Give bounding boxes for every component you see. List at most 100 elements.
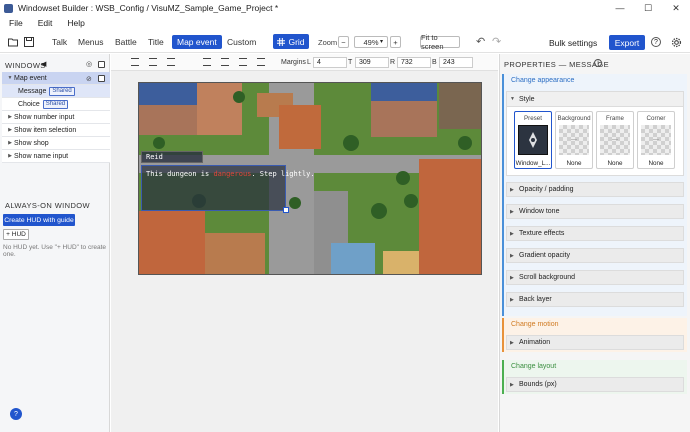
align-bottom-icon[interactable] bbox=[167, 58, 175, 66]
create-hud-button[interactable]: Create HUD with guide bbox=[3, 214, 75, 226]
expand-arrow-icon[interactable]: ▶ bbox=[6, 153, 14, 159]
gear-icon[interactable] bbox=[671, 37, 682, 48]
grid-label: Grid bbox=[288, 36, 305, 47]
tab-battle[interactable]: Battle bbox=[113, 35, 139, 49]
speaker-name-box[interactable]: Reid bbox=[141, 151, 203, 163]
visibility-icon[interactable]: ◎ bbox=[86, 60, 92, 68]
add-hud-button[interactable]: + HUD bbox=[3, 229, 29, 240]
margin-top-input[interactable]: 309 bbox=[355, 57, 389, 68]
tab-custom[interactable]: Custom bbox=[225, 35, 258, 49]
tree-item-message[interactable]: Message Shared bbox=[2, 85, 110, 98]
texture-effects-accordion[interactable]: ▶ Texture effects bbox=[506, 226, 684, 241]
help-icon[interactable]: ? bbox=[651, 37, 661, 47]
style-accordion[interactable]: ▼ Style bbox=[506, 91, 684, 107]
resize-handle[interactable] bbox=[283, 207, 289, 213]
collapse-panel-icon[interactable]: ◀ bbox=[41, 60, 46, 68]
grid-icon bbox=[277, 37, 286, 46]
item-checkbox[interactable] bbox=[98, 75, 105, 82]
tree-item-label: Choice bbox=[18, 100, 40, 108]
open-folder-icon[interactable] bbox=[8, 37, 18, 47]
collapse-arrow-icon: ▼ bbox=[510, 96, 515, 102]
align-center-icon[interactable] bbox=[239, 58, 247, 66]
margins-bar: Margins L 4 T 309 R 732 B 243 bbox=[111, 54, 498, 71]
bulk-settings-button[interactable]: Bulk settings bbox=[549, 38, 597, 48]
animation-accordion[interactable]: ▶ Animation bbox=[506, 335, 684, 350]
section-label: Texture effects bbox=[519, 230, 565, 237]
back-layer-accordion[interactable]: ▶ Back layer bbox=[506, 292, 684, 307]
tree-item-label: Show item selection bbox=[14, 126, 77, 134]
tab-title[interactable]: Title bbox=[146, 35, 166, 49]
minimize-button[interactable]: — bbox=[606, 0, 634, 16]
zoom-out-button[interactable]: − bbox=[338, 36, 349, 48]
align-right-icon[interactable] bbox=[257, 58, 265, 66]
tree-item-name-input[interactable]: ▶ Show name input bbox=[2, 150, 110, 163]
shared-badge: Shared bbox=[49, 86, 75, 96]
help-fab-button[interactable]: ? bbox=[10, 408, 22, 420]
info-icon[interactable]: i bbox=[594, 59, 602, 67]
change-appearance-header: Change appearance bbox=[511, 77, 575, 84]
background-card[interactable]: Background — None bbox=[555, 111, 593, 169]
margin-left-input[interactable]: 4 bbox=[313, 57, 347, 68]
maximize-button[interactable]: ☐ bbox=[634, 0, 662, 16]
zoom-in-button[interactable]: + bbox=[390, 36, 401, 48]
message-text-after: . Step lightly. bbox=[251, 170, 315, 178]
export-button[interactable]: Export bbox=[609, 35, 645, 50]
align-left-icon[interactable] bbox=[221, 58, 229, 66]
bounds-accordion[interactable]: ▶ Bounds (px) bbox=[506, 377, 684, 392]
tree-item-choice[interactable]: Choice Shared bbox=[2, 98, 110, 111]
save-icon[interactable] bbox=[24, 37, 34, 47]
zoom-dropdown-icon[interactable]: ▾ bbox=[380, 38, 383, 45]
menu-help[interactable]: Help bbox=[67, 18, 84, 28]
game-preview[interactable]: Reid This dungeon is dangerous. Step lig… bbox=[138, 82, 482, 275]
distribute-icon[interactable] bbox=[203, 58, 211, 66]
align-middle-icon[interactable] bbox=[149, 58, 157, 66]
window-tone-accordion[interactable]: ▶ Window tone bbox=[506, 204, 684, 219]
canvas-area: Margins L 4 T 309 R 732 B 243 Reid This … bbox=[111, 54, 498, 432]
margin-right-input[interactable]: 732 bbox=[397, 57, 431, 68]
opacity-padding-accordion[interactable]: ▶ Opacity / padding bbox=[506, 182, 684, 197]
change-motion-header: Change motion bbox=[511, 321, 559, 328]
card-label: Frame bbox=[606, 115, 624, 122]
tab-talk[interactable]: Talk bbox=[50, 35, 69, 49]
visibility-off-icon[interactable]: ⊘ bbox=[86, 75, 92, 83]
tree-item-map-event[interactable]: ▼ Map event ⊘ bbox=[2, 72, 110, 85]
corner-card[interactable]: Corner — None bbox=[637, 111, 675, 169]
scroll-background-accordion[interactable]: ▶ Scroll background bbox=[506, 270, 684, 285]
redo-icon[interactable]: ↷ bbox=[492, 35, 501, 48]
tree-item-number-input[interactable]: ▶ Show number input bbox=[2, 111, 110, 124]
expand-arrow-icon[interactable]: ▼ bbox=[6, 75, 14, 81]
tree-item-item-selection[interactable]: ▶ Show item selection bbox=[2, 124, 110, 137]
frame-card[interactable]: Frame — None bbox=[596, 111, 634, 169]
align-top-icon[interactable] bbox=[131, 58, 139, 66]
change-layout-header: Change layout bbox=[511, 363, 557, 370]
tree-item-label: Message bbox=[18, 87, 47, 95]
zoom-value: 49% bbox=[363, 37, 379, 47]
message-text-before: This dungeon is bbox=[146, 170, 214, 178]
tab-menus[interactable]: Menus bbox=[76, 35, 106, 49]
no-hud-text: No HUD yet. Use "+ HUD" to create one. bbox=[3, 244, 107, 258]
menu-file[interactable]: File bbox=[9, 18, 23, 28]
margins-label: Margins bbox=[281, 59, 306, 66]
undo-icon[interactable]: ↶ bbox=[476, 35, 485, 48]
expand-arrow-icon[interactable]: ▶ bbox=[6, 127, 14, 133]
close-button[interactable]: ✕ bbox=[662, 0, 690, 16]
section-label: Back layer bbox=[519, 296, 552, 303]
gradient-opacity-accordion[interactable]: ▶ Gradient opacity bbox=[506, 248, 684, 263]
margin-key-l: L bbox=[307, 59, 311, 66]
tree-item-label: Map event bbox=[14, 74, 47, 82]
tree-item-shop[interactable]: ▶ Show shop bbox=[2, 137, 110, 150]
fit-to-screen-button[interactable]: Fit to screen bbox=[420, 33, 460, 51]
select-all-checkbox[interactable] bbox=[98, 61, 105, 68]
expand-arrow-icon[interactable]: ▶ bbox=[6, 140, 14, 146]
preset-card[interactable]: Preset Window_L... bbox=[514, 111, 552, 169]
expand-arrow-icon[interactable]: ▶ bbox=[6, 114, 14, 120]
margin-key-r: R bbox=[390, 59, 396, 66]
margin-bottom-input[interactable]: 243 bbox=[439, 57, 473, 68]
menu-edit[interactable]: Edit bbox=[38, 18, 53, 28]
windows-section-title: WINDOWS bbox=[5, 61, 46, 70]
tab-map-event[interactable]: Map event bbox=[172, 35, 222, 49]
grid-toggle-button[interactable]: Grid bbox=[273, 34, 309, 49]
card-value: None bbox=[607, 160, 623, 167]
message-highlight: dangerous bbox=[213, 170, 252, 178]
message-window[interactable]: This dungeon is dangerous. Step lightly. bbox=[141, 165, 315, 211]
